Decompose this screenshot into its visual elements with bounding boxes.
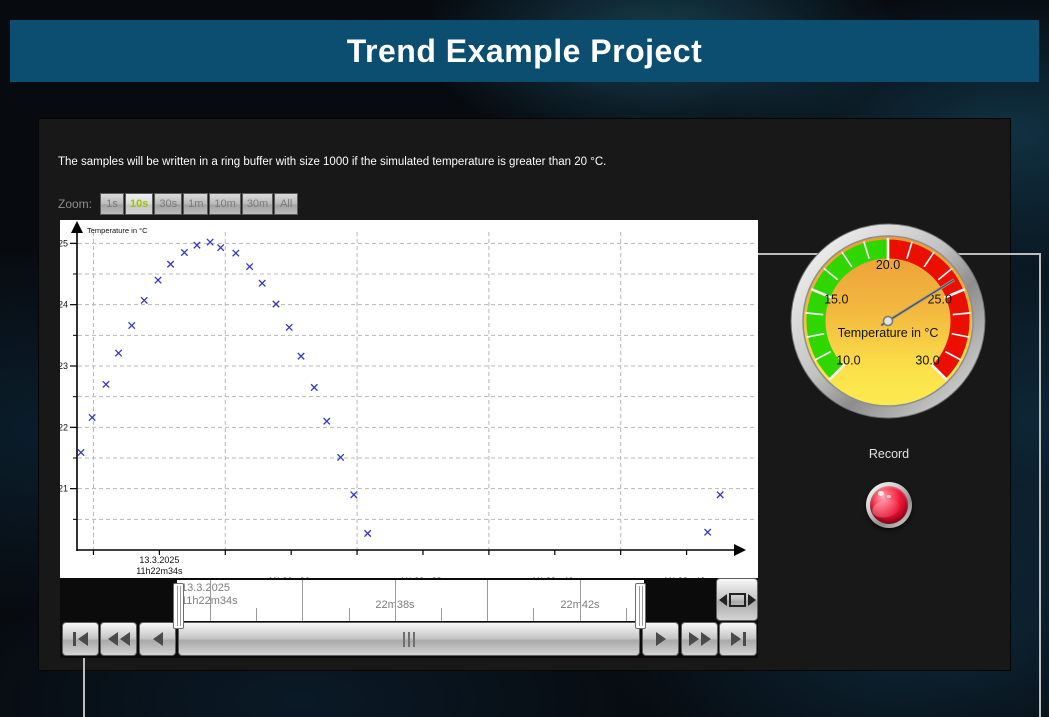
- bar-right-icon: [743, 632, 746, 646]
- ruler-minor-tick: [441, 608, 442, 621]
- svg-text:11h22m34s: 11h22m34s: [136, 566, 183, 576]
- svg-text:15.0: 15.0: [824, 293, 848, 307]
- page-title: Trend Example Project: [347, 33, 703, 69]
- range-grip-right[interactable]: [635, 583, 646, 629]
- scrollbar-thumb[interactable]: [178, 622, 640, 656]
- svg-text:10.0: 10.0: [836, 354, 860, 368]
- triangle-right-icon: [701, 632, 711, 646]
- jump-to-start-button[interactable]: [62, 622, 99, 656]
- triangle-right-icon: [656, 632, 666, 646]
- triangle-left-icon: [108, 632, 118, 646]
- step-left-button[interactable]: [139, 622, 176, 656]
- range-square-icon: [729, 593, 746, 607]
- record-label: Record: [839, 447, 939, 461]
- svg-text:21: 21: [60, 484, 68, 494]
- timeline-ruler[interactable]: 13.3.2025 11h22m34s 22m38s 22m42s: [177, 580, 644, 621]
- triangle-left-icon: [153, 632, 163, 646]
- triangle-right-icon: [731, 632, 741, 646]
- step-right-button[interactable]: [642, 622, 679, 656]
- triangle-right-icon: [689, 632, 699, 646]
- trend-chart-canvas[interactable]: Temperature in °C 21 22 23 24 25 13.3.202511h2…: [60, 220, 758, 578]
- svg-text:13.3.2025: 13.3.2025: [139, 555, 179, 565]
- ruler-minor-tick: [349, 608, 350, 621]
- zoom-toolbar: Zoom: 1s 10s 30s 1m 10m 30m All: [58, 193, 298, 215]
- zoom-button-10m[interactable]: 10m: [209, 193, 240, 215]
- description-text: The samples will be written in a ring bu…: [58, 156, 606, 168]
- triangle-right-icon: [748, 594, 756, 606]
- fit-range-button[interactable]: [716, 578, 758, 621]
- svg-text:Temperature in °C: Temperature in °C: [838, 326, 939, 340]
- jump-to-end-button[interactable]: [719, 622, 757, 656]
- ruler-major-line: [580, 580, 581, 621]
- trend-chart[interactable]: Temperature in °C 21 22 23 24 25 13.3.202511h2…: [60, 220, 758, 578]
- triangle-left-icon: [78, 632, 88, 646]
- title-bar: Trend Example Project: [10, 20, 1039, 82]
- ruler-minor-tick: [256, 608, 257, 621]
- bar-left-icon: [73, 632, 76, 646]
- ruler-major-line: [395, 580, 396, 621]
- record-indicator-lamp: [866, 482, 912, 528]
- svg-text:24: 24: [60, 300, 68, 310]
- zoom-button-30s[interactable]: 30s: [154, 193, 182, 215]
- page-left-button[interactable]: [100, 622, 137, 656]
- svg-text:22: 22: [60, 422, 68, 432]
- zoom-button-1s[interactable]: 1s: [100, 193, 124, 215]
- svg-text:23: 23: [60, 361, 68, 371]
- svg-text:20.0: 20.0: [876, 258, 900, 272]
- svg-text:Temperature in °C: Temperature in °C: [87, 226, 148, 235]
- zoom-label: Zoom:: [58, 197, 92, 211]
- ruler-major-line: [302, 580, 303, 621]
- svg-text:30.0: 30.0: [915, 354, 939, 368]
- temperature-gauge: 10.015.020.025.030.0Temperature in °C: [788, 221, 988, 421]
- lamp-glass-icon: [870, 486, 908, 524]
- zoom-button-1m[interactable]: 1m: [183, 193, 208, 215]
- ruler-minor-tick: [533, 608, 534, 621]
- zoom-button-all[interactable]: All: [274, 193, 298, 215]
- range-grip-left[interactable]: [173, 583, 184, 629]
- ruler-major-line: [487, 580, 488, 621]
- page-right-button[interactable]: [681, 622, 718, 656]
- zoom-button-30m[interactable]: 30m: [242, 193, 273, 215]
- triangle-left-icon: [120, 632, 130, 646]
- ruler-minor-tick: [626, 608, 627, 621]
- triangle-left-icon: [719, 594, 727, 606]
- ruler-major-line: [210, 580, 211, 621]
- zoom-button-10s[interactable]: 10s: [125, 193, 153, 215]
- svg-text:25: 25: [60, 238, 68, 248]
